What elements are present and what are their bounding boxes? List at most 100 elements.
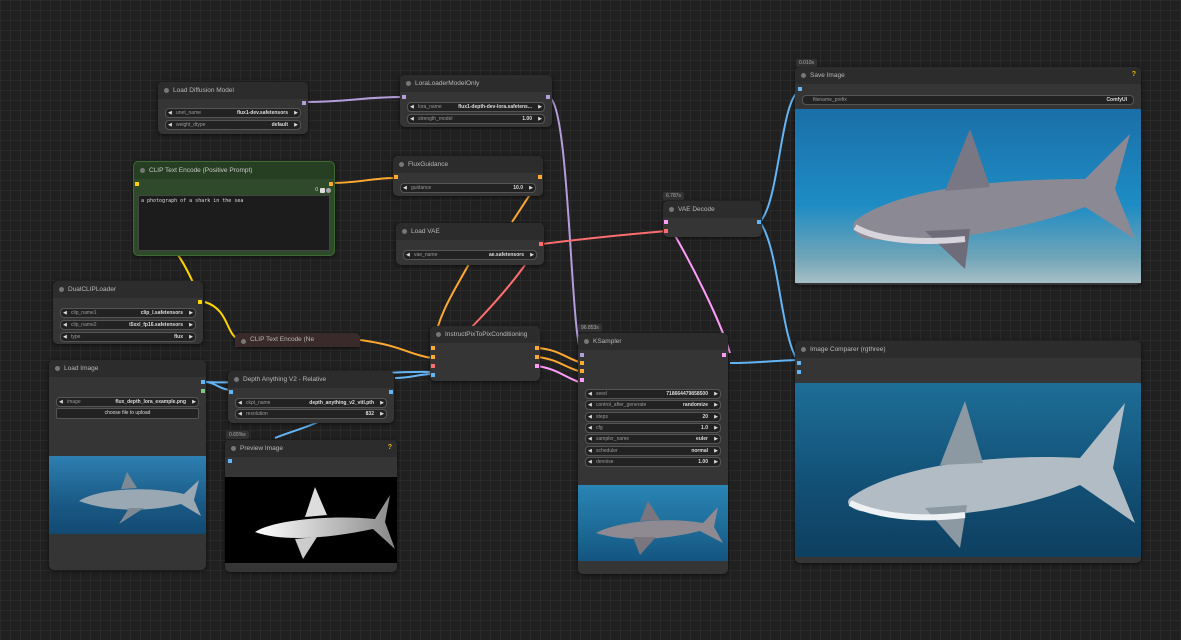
clip-name1-combo[interactable]: ◀ clip_name1 clip_l.safetensors ▶	[60, 308, 196, 318]
upload-button[interactable]: choose file to upload	[56, 408, 199, 419]
conditioning-output-socket[interactable]	[329, 182, 333, 186]
guidance-number[interactable]: ◀ guidance 10.0 ▶	[400, 183, 536, 193]
lora-name-combo[interactable]: ◀ lora_name flux1-depth-dev-lora.safeten…	[407, 102, 545, 112]
samples-input-socket[interactable]	[664, 220, 668, 224]
filename-prefix-text[interactable]: filename_prefix ComfyUI	[802, 95, 1134, 105]
arrow-right-icon[interactable]: ▶	[189, 309, 193, 317]
prompt-textarea[interactable]: a photograph of a shark in the sea	[138, 195, 330, 251]
positive-input-socket[interactable]	[431, 346, 435, 350]
type-combo[interactable]: ◀ type flux ▶	[60, 332, 196, 342]
negative-output-socket[interactable]	[535, 355, 539, 359]
arrow-right-icon[interactable]: ▶	[530, 251, 534, 259]
mask-output-socket[interactable]	[201, 389, 205, 393]
strength-model-number[interactable]: ◀ strength_model 1.00 ▶	[407, 114, 545, 124]
resolution-number[interactable]: ◀ resolution 832 ▶	[235, 409, 387, 419]
ksampler-widget-control-after-generate[interactable]: ◀ control_after_generate randomize ▶	[585, 400, 721, 411]
clip-name2-combo[interactable]: ◀ clip_name2 t5xxl_fp16.safetensors ▶	[60, 320, 196, 330]
arrow-left-icon[interactable]: ◀	[588, 458, 592, 466]
arrow-right-icon[interactable]: ▶	[714, 424, 718, 432]
gear-icon[interactable]	[326, 188, 331, 193]
arrow-right-icon[interactable]: ▶	[294, 121, 298, 129]
arrow-right-icon[interactable]: ▶	[529, 184, 533, 192]
arrow-left-icon[interactable]: ◀	[63, 321, 67, 329]
positive-output-socket[interactable]	[535, 346, 539, 350]
images-input-socket[interactable]	[798, 87, 802, 91]
arrow-right-icon[interactable]: ▶	[380, 410, 384, 418]
weight-dtype-combo[interactable]: ◀ weight_dtype default ▶	[165, 120, 301, 130]
clip-text-encode-negative-node[interactable]: CLIP Text Encode (Ne	[235, 333, 360, 347]
ksampler-widget-cfg[interactable]: ◀ cfg 1.0 ▶	[585, 422, 721, 433]
image-combo[interactable]: ◀ image flux_depth_lora_example.png ▶	[56, 397, 199, 407]
save-image-node[interactable]: Save Image ? filename_prefix ComfyUI	[795, 67, 1141, 285]
arrow-left-icon[interactable]: ◀	[238, 410, 242, 418]
arrow-right-icon[interactable]: ▶	[714, 435, 718, 443]
dual-clip-loader-node[interactable]: DualCLIPLoader ◀ clip_name1 clip_l.safet…	[53, 281, 203, 344]
arrow-left-icon[interactable]: ◀	[403, 184, 407, 192]
ksampler-widget-steps[interactable]: ◀ steps 20 ▶	[585, 411, 721, 422]
conditioning-output-socket[interactable]	[538, 175, 542, 179]
ksampler-widget-sampler-name[interactable]: ◀ sampler_name euler ▶	[585, 434, 721, 445]
image-output-socket[interactable]	[389, 390, 393, 394]
arrow-left-icon[interactable]: ◀	[59, 398, 63, 406]
arrow-left-icon[interactable]: ◀	[410, 115, 414, 123]
vae-decode-node[interactable]: VAE Decode	[663, 201, 762, 237]
arrow-right-icon[interactable]: ▶	[714, 458, 718, 466]
arrow-right-icon[interactable]: ▶	[189, 333, 193, 341]
ksampler-widget-denoise[interactable]: ◀ denoise 1.00 ▶	[585, 456, 721, 467]
latent-input-socket[interactable]	[580, 378, 584, 382]
unet-name-combo[interactable]: ◀ unet_name flux1-dev.safetensors ▶	[165, 108, 301, 118]
ksampler-node[interactable]: KSampler ◀ seed 718664479858500 ▶ ◀ control_a…	[578, 333, 728, 574]
model-output-socket[interactable]	[546, 95, 550, 99]
images-input-socket[interactable]	[228, 459, 232, 463]
lora-loader-node[interactable]: LoraLoaderModelOnly ◀ lora_name flux1-de…	[400, 75, 552, 127]
arrow-left-icon[interactable]: ◀	[588, 435, 592, 443]
arrow-right-icon[interactable]: ▶	[538, 103, 542, 111]
flux-guidance-node[interactable]: FluxGuidance ◀ guidance 10.0 ▶	[393, 156, 543, 196]
arrow-right-icon[interactable]: ▶	[294, 109, 298, 117]
arrow-right-icon[interactable]: ▶	[714, 447, 718, 455]
vae-name-combo[interactable]: ◀ vae_name ae.safetensors ▶	[403, 250, 537, 260]
image-b-input-socket[interactable]	[797, 370, 801, 374]
arrow-left-icon[interactable]: ◀	[588, 390, 592, 398]
arrow-right-icon[interactable]: ▶	[538, 115, 542, 123]
arrow-left-icon[interactable]: ◀	[63, 309, 67, 317]
positive-input-socket[interactable]	[580, 361, 584, 365]
negative-input-socket[interactable]	[431, 355, 435, 359]
image-output-socket[interactable]	[201, 380, 205, 384]
arrow-left-icon[interactable]: ◀	[168, 109, 172, 117]
arrow-right-icon[interactable]: ▶	[714, 401, 718, 409]
clip-input-socket[interactable]	[135, 182, 139, 186]
negative-input-socket[interactable]	[580, 369, 584, 373]
arrow-right-icon[interactable]: ▶	[192, 398, 196, 406]
clip-text-encode-positive-node[interactable]: CLIP Text Encode (Positive Prompt) 0 a p…	[133, 161, 335, 256]
image-comparer-node[interactable]: Image Comparer (rgthree)	[795, 341, 1141, 563]
arrow-right-icon[interactable]: ▶	[714, 390, 718, 398]
load-vae-node[interactable]: Load VAE ◀ vae_name ae.safetensors ▶	[396, 223, 544, 265]
image-a-input-socket[interactable]	[797, 361, 801, 365]
arrow-left-icon[interactable]: ◀	[238, 399, 242, 407]
model-input-socket[interactable]	[402, 95, 406, 99]
arrow-right-icon[interactable]: ▶	[714, 413, 718, 421]
model-output-socket[interactable]	[302, 101, 306, 105]
warning-icon[interactable]: ?	[388, 444, 392, 451]
ksampler-widget-scheduler[interactable]: ◀ scheduler normal ▶	[585, 445, 721, 456]
vae-output-socket[interactable]	[539, 242, 543, 246]
image-input-socket[interactable]	[229, 390, 233, 394]
latent-output-socket[interactable]	[722, 353, 726, 357]
conditioning-input-socket[interactable]	[394, 175, 398, 179]
vae-input-socket[interactable]	[431, 364, 435, 368]
image-output-socket[interactable]	[757, 220, 761, 224]
latent-output-socket[interactable]	[535, 364, 539, 368]
arrow-left-icon[interactable]: ◀	[410, 103, 414, 111]
checkbox-icon[interactable]	[320, 188, 325, 193]
arrow-left-icon[interactable]: ◀	[168, 121, 172, 129]
load-diffusion-model-node[interactable]: Load Diffusion Model ◀ unet_name flux1-d…	[158, 82, 308, 134]
instruct-pix-to-pix-node[interactable]: InstructPixToPixConditioning	[430, 326, 540, 381]
arrow-right-icon[interactable]: ▶	[189, 321, 193, 329]
vae-input-socket[interactable]	[664, 229, 668, 233]
arrow-left-icon[interactable]: ◀	[588, 424, 592, 432]
depth-anything-node[interactable]: Depth Anything V2 - Relative ◀ ckpt_name…	[228, 371, 394, 423]
warning-icon[interactable]: ?	[1132, 71, 1136, 78]
load-image-node[interactable]: Load Image ◀ image flux_depth_lora_examp…	[49, 360, 206, 570]
arrow-left-icon[interactable]: ◀	[588, 413, 592, 421]
